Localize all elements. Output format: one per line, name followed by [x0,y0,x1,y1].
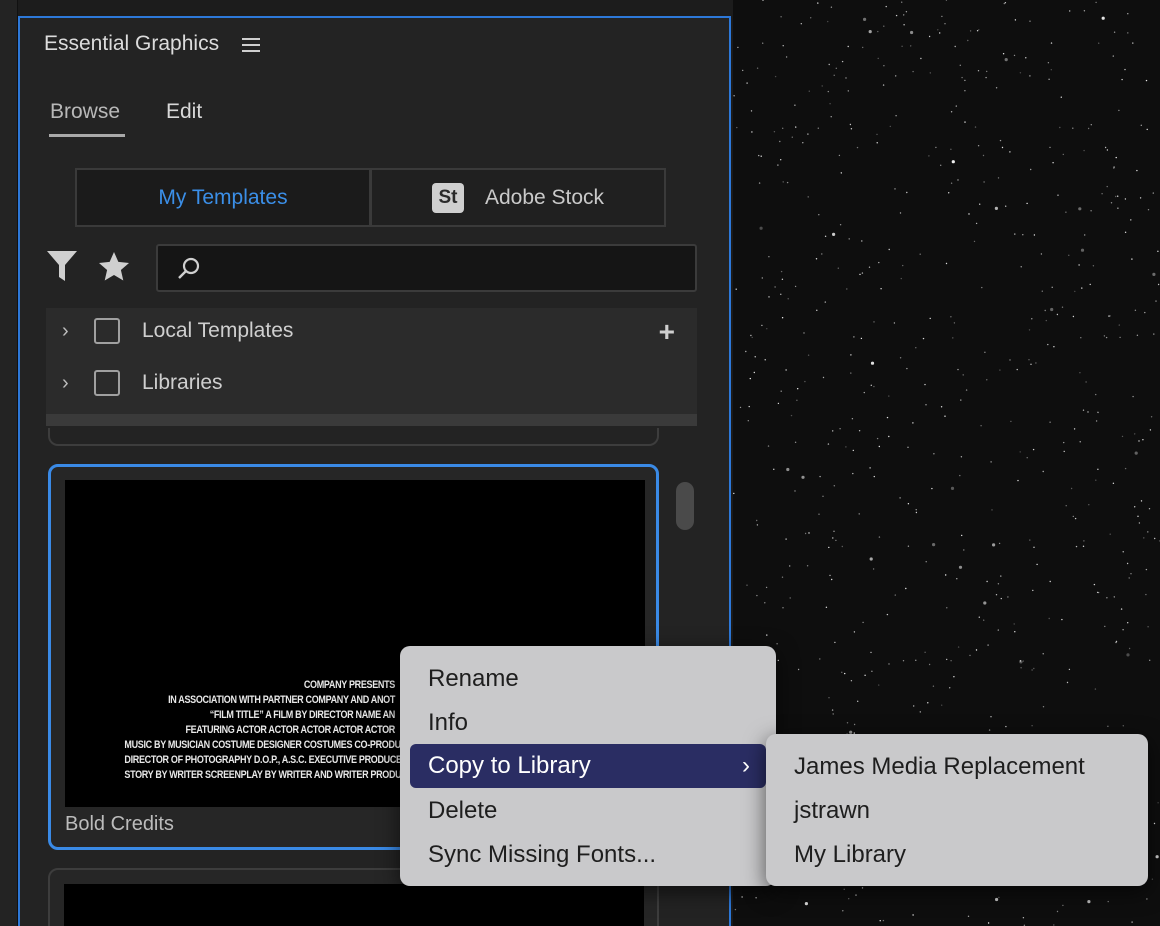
star-icon[interactable] [96,249,132,290]
tree-divider[interactable] [46,414,697,426]
my-templates-button[interactable]: My Templates [75,168,371,227]
menu-item-sync-missing-fonts[interactable]: Sync Missing Fonts... [410,833,766,877]
checkbox[interactable] [94,318,120,344]
top-band [0,0,733,16]
submenu-item-my-library[interactable]: My Library [776,833,1138,877]
template-thumbnail [64,884,644,926]
credits-text: COMPANY PRESENTS IN ASSOCIATION WITH PAR… [124,679,473,781]
adobe-stock-button[interactable]: St Adobe Stock [370,168,666,227]
panel-menu-icon[interactable] [242,38,260,52]
search-input[interactable] [156,244,697,292]
chevron-right-icon[interactable]: › [62,320,69,343]
tree-item-label: Local Templates [142,319,294,342]
submenu-item-jstrawn[interactable]: jstrawn [776,789,1138,833]
tab-browse[interactable]: Browse [50,100,120,124]
menu-item-info[interactable]: Info [410,701,766,745]
my-templates-label: My Templates [158,185,288,209]
context-menu: Rename Info Copy to Library › Delete Syn… [400,646,776,886]
template-card-previous[interactable] [48,428,659,446]
template-card-label: Bold Credits [65,813,174,835]
menu-item-rename[interactable]: Rename [410,657,766,701]
menu-item-delete[interactable]: Delete [410,789,766,833]
submenu-item-james-media-replacement[interactable]: James Media Replacement [776,745,1138,789]
panel-title: Essential Graphics [44,32,220,55]
search-icon [178,257,200,279]
template-source-tree: › Local Templates + › Libraries [46,308,697,414]
filter-icon[interactable] [46,250,78,289]
checkbox[interactable] [94,370,120,396]
tree-item-libraries[interactable]: › Libraries [46,360,697,408]
adobe-stock-label: Adobe Stock [484,185,605,209]
left-panel-edge [0,0,18,926]
tab-active-indicator [49,134,125,137]
tree-item-label: Libraries [142,371,223,394]
menu-item-copy-to-library[interactable]: Copy to Library › [410,744,766,788]
menu-item-label: Copy to Library [428,752,591,779]
adobe-stock-icon: St [431,182,464,213]
chevron-right-icon[interactable]: › [62,372,69,395]
tree-item-local-templates[interactable]: › Local Templates + [46,308,697,356]
tab-edit[interactable]: Edit [166,100,202,124]
add-icon[interactable]: + [659,316,675,348]
chevron-right-icon: › [742,752,750,779]
library-submenu: James Media Replacement jstrawn My Libra… [766,734,1148,886]
scrollbar-thumb[interactable] [676,482,694,530]
